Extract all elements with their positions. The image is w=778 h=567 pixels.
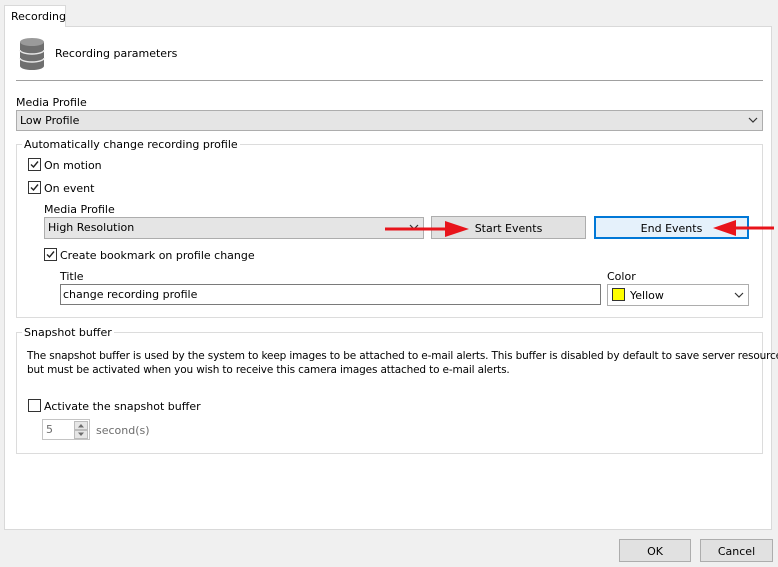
- on-event-label[interactable]: On event: [44, 182, 94, 195]
- create-bookmark-checkbox[interactable]: [44, 248, 57, 261]
- stepper-down-button[interactable]: [74, 430, 88, 439]
- chevron-down-icon: [734, 292, 744, 298]
- header-divider: [16, 80, 763, 81]
- seconds-unit-label: second(s): [96, 424, 150, 437]
- tab-recording[interactable]: Recording: [4, 5, 66, 27]
- seconds-value: 5: [46, 423, 53, 436]
- on-event-checkbox[interactable]: [28, 181, 41, 194]
- create-bookmark-label[interactable]: Create bookmark on profile change: [60, 249, 255, 262]
- ok-button[interactable]: OK: [619, 539, 691, 562]
- color-dropdown[interactable]: Yellow: [607, 284, 749, 306]
- snapshot-description-line1: The snapshot buffer is used by the syste…: [27, 350, 778, 362]
- event-media-profile-dropdown[interactable]: High Resolution: [44, 217, 424, 239]
- snapshot-description-line2: but must be activated when you wish to r…: [27, 364, 510, 376]
- page-title: Recording parameters: [55, 47, 178, 60]
- color-swatch: [612, 288, 625, 301]
- title-input-value: change recording profile: [63, 288, 198, 301]
- media-profile-value: Low Profile: [20, 114, 80, 127]
- title-label: Title: [60, 270, 84, 283]
- event-media-profile-value: High Resolution: [48, 221, 135, 234]
- activate-snapshot-label[interactable]: Activate the snapshot buffer: [44, 400, 201, 413]
- title-input[interactable]: change recording profile: [60, 284, 601, 305]
- activate-snapshot-checkbox[interactable]: [28, 399, 41, 412]
- auto-change-group-label: Automatically change recording profile: [22, 138, 240, 151]
- chevron-down-icon: [748, 117, 758, 123]
- media-profile-label: Media Profile: [16, 96, 87, 109]
- on-motion-checkbox[interactable]: [28, 158, 41, 171]
- database-icon: [18, 37, 46, 71]
- annotation-arrow-left-icon: [713, 220, 774, 236]
- event-media-profile-label: Media Profile: [44, 203, 115, 216]
- snapshot-group-label: Snapshot buffer: [22, 326, 114, 339]
- media-profile-dropdown[interactable]: Low Profile: [16, 110, 763, 131]
- color-label: Color: [607, 270, 636, 283]
- seconds-stepper[interactable]: 5: [42, 419, 90, 440]
- cancel-button[interactable]: Cancel: [700, 539, 773, 562]
- color-value: Yellow: [630, 289, 664, 302]
- triangle-down-icon: [78, 432, 84, 436]
- triangle-up-icon: [78, 424, 84, 428]
- stepper-up-button[interactable]: [74, 421, 88, 430]
- annotation-arrow-right-icon: [385, 221, 469, 237]
- on-motion-label[interactable]: On motion: [44, 159, 102, 172]
